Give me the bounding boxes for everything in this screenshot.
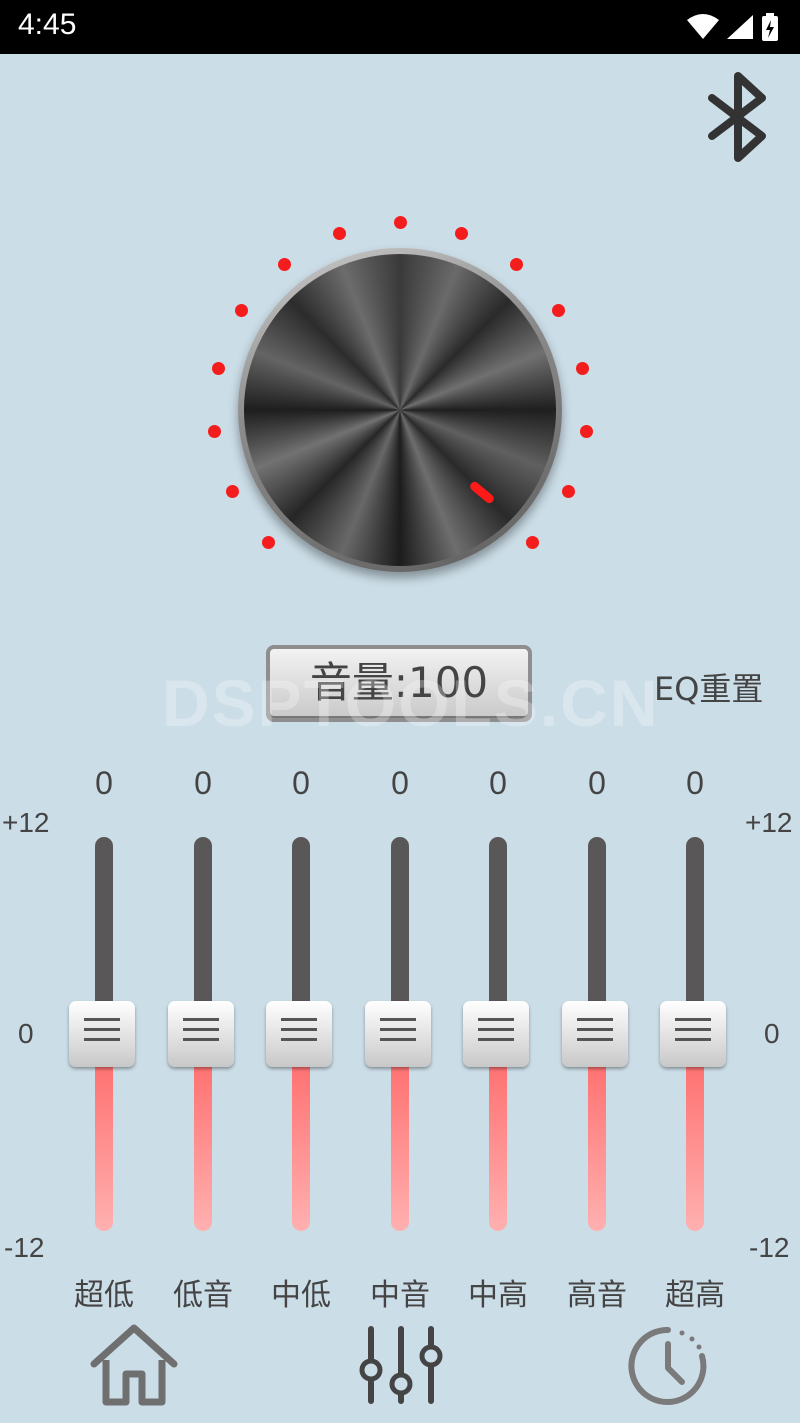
- band-label: 高音: [567, 1278, 627, 1313]
- knob-face: [244, 254, 556, 566]
- eq-band: 0 中低: [266, 755, 336, 1315]
- slider-thumb[interactable]: [69, 1001, 135, 1067]
- band-value: 0: [489, 765, 507, 801]
- status-bar: 4:45: [0, 0, 800, 54]
- volume-dot: [333, 227, 346, 240]
- slider-track-lower[interactable]: [588, 1055, 606, 1231]
- slider-track-lower[interactable]: [95, 1055, 113, 1231]
- timer-icon: [628, 1326, 707, 1405]
- timer-button[interactable]: [624, 1322, 712, 1414]
- volume-dot: [510, 258, 523, 271]
- wifi-icon: [686, 14, 719, 39]
- slider-track-lower[interactable]: [194, 1055, 212, 1231]
- bluetooth-button[interactable]: [700, 70, 780, 165]
- slider-track-lower[interactable]: [686, 1055, 704, 1231]
- volume-dot: [562, 485, 575, 498]
- eq-band: 0 超高: [660, 755, 730, 1315]
- slider-track-lower[interactable]: [292, 1055, 310, 1231]
- band-value: 0: [95, 765, 113, 801]
- eq-band: 0 低音: [168, 755, 238, 1315]
- scale-top-right: +12: [745, 807, 793, 838]
- band-value: 0: [194, 765, 212, 801]
- signal-icon: [726, 15, 753, 39]
- slider-thumb[interactable]: [562, 1001, 628, 1067]
- slider-thumb[interactable]: [660, 1001, 726, 1067]
- volume-dot: [226, 485, 239, 498]
- volume-dot: [576, 362, 589, 375]
- band-label: 中音: [370, 1278, 430, 1313]
- volume-dot: [278, 258, 291, 271]
- scale-mid-right: 0: [764, 1018, 780, 1049]
- band-label: 低音: [173, 1278, 233, 1313]
- volume-label: 音量:100: [309, 658, 489, 707]
- scale-bottom-left: -12: [4, 1232, 45, 1263]
- volume-dot: [552, 304, 565, 317]
- band-label: 超高: [665, 1278, 725, 1313]
- band-value: 0: [588, 765, 606, 801]
- volume-display-button[interactable]: 音量:100: [266, 645, 532, 722]
- volume-dot: [212, 362, 225, 375]
- eq-band: 0 中高: [463, 755, 533, 1315]
- volume-dot: [580, 425, 593, 438]
- bluetooth-icon: [708, 72, 766, 162]
- volume-knob[interactable]: [238, 248, 562, 572]
- scale-mid-left: 0: [18, 1018, 34, 1049]
- volume-dot: [455, 227, 468, 240]
- volume-dot: [526, 536, 539, 549]
- scale-top-left: +12: [2, 807, 50, 838]
- eq-reset-button[interactable]: EQ重置: [654, 664, 763, 710]
- slider-thumb[interactable]: [365, 1001, 431, 1067]
- band-label: 中低: [271, 1278, 331, 1313]
- battery-icon: [762, 13, 778, 41]
- band-value: 0: [686, 765, 704, 801]
- slider-track-lower[interactable]: [489, 1055, 507, 1231]
- equalizer-icon: [359, 1326, 443, 1404]
- volume-dot: [235, 304, 248, 317]
- eq-band: 0 高音: [562, 755, 632, 1315]
- slider-track-lower[interactable]: [391, 1055, 409, 1231]
- volume-dot: [262, 536, 275, 549]
- eq-band: 0 超低: [69, 755, 139, 1315]
- home-icon: [90, 1324, 178, 1406]
- volume-dot: [208, 425, 221, 438]
- status-time: 4:45: [18, 8, 77, 41]
- volume-dot: [394, 216, 407, 229]
- band-value: 0: [292, 765, 310, 801]
- slider-thumb[interactable]: [463, 1001, 529, 1067]
- band-label: 超低: [74, 1278, 134, 1313]
- equalizer-button[interactable]: [356, 1322, 446, 1412]
- eq-band: 0 中音: [365, 755, 435, 1315]
- slider-thumb[interactable]: [266, 1001, 332, 1067]
- band-label: 中高: [468, 1278, 528, 1313]
- home-button[interactable]: [88, 1322, 180, 1412]
- band-value: 0: [391, 765, 409, 801]
- scale-bottom-right: -12: [749, 1232, 790, 1263]
- status-icons: [686, 12, 780, 42]
- slider-thumb[interactable]: [168, 1001, 234, 1067]
